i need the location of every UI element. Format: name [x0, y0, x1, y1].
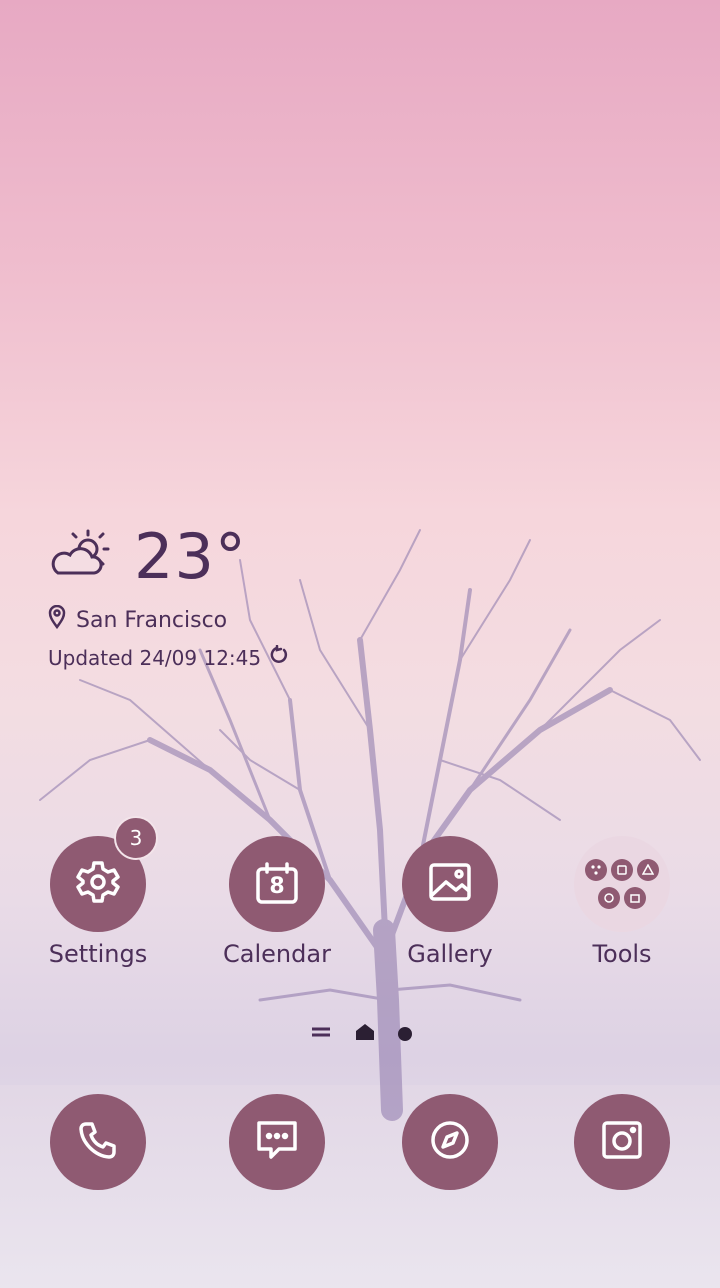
calendar-date: 8 — [269, 874, 285, 899]
temperature: 23° — [134, 520, 247, 593]
home-page-icon[interactable] — [354, 1022, 376, 1046]
app-gallery[interactable]: Gallery — [375, 836, 525, 968]
mini-app-icon — [611, 859, 633, 881]
updated-time: Updated 24/09 12:45 — [48, 645, 262, 670]
messages-button[interactable] — [229, 1094, 325, 1190]
app-label: Gallery — [407, 940, 493, 968]
camera-icon — [598, 1117, 646, 1167]
image-icon — [426, 858, 474, 910]
calendar-button[interactable]: 8 — [229, 836, 325, 932]
dock-phone[interactable] — [23, 1094, 173, 1190]
menu-lines-icon[interactable] — [310, 1023, 332, 1045]
refresh-icon[interactable] — [269, 644, 289, 670]
tools-folder-button[interactable] — [574, 836, 670, 932]
message-icon — [253, 1117, 301, 1167]
location-name: San Francisco — [76, 607, 228, 633]
app-settings[interactable]: 3 Settings — [23, 816, 173, 968]
gallery-button[interactable] — [402, 836, 498, 932]
camera-button[interactable] — [574, 1094, 670, 1190]
app-calendar[interactable]: 8 Calendar — [202, 836, 352, 968]
partly-sunny-icon — [48, 529, 112, 585]
mini-app-icon — [624, 887, 646, 909]
notification-badge: 3 — [114, 816, 158, 860]
phone-button[interactable] — [50, 1094, 146, 1190]
settings-button[interactable]: 3 — [50, 816, 158, 932]
weather-widget[interactable]: 23° San Francisco Updated 24/09 12:45 — [48, 520, 297, 670]
app-tools-folder[interactable]: Tools — [547, 836, 697, 968]
browser-button[interactable] — [402, 1094, 498, 1190]
mini-app-icon — [637, 859, 659, 881]
compass-icon — [427, 1117, 473, 1167]
page-indicator[interactable] — [310, 1022, 412, 1046]
page-dot[interactable] — [398, 1027, 412, 1041]
dock-camera[interactable] — [547, 1094, 697, 1190]
dock-browser[interactable] — [375, 1094, 525, 1190]
folder-icon — [585, 859, 659, 909]
app-label: Calendar — [223, 940, 331, 968]
phone-icon — [76, 1118, 120, 1166]
mini-app-icon — [585, 859, 607, 881]
app-label: Tools — [592, 940, 652, 968]
dock-messages[interactable] — [202, 1094, 352, 1190]
location-pin-icon — [48, 604, 66, 635]
app-label: Settings — [48, 940, 148, 968]
calendar-icon: 8 — [253, 860, 301, 908]
gear-icon — [75, 859, 121, 909]
mini-app-icon — [598, 887, 620, 909]
